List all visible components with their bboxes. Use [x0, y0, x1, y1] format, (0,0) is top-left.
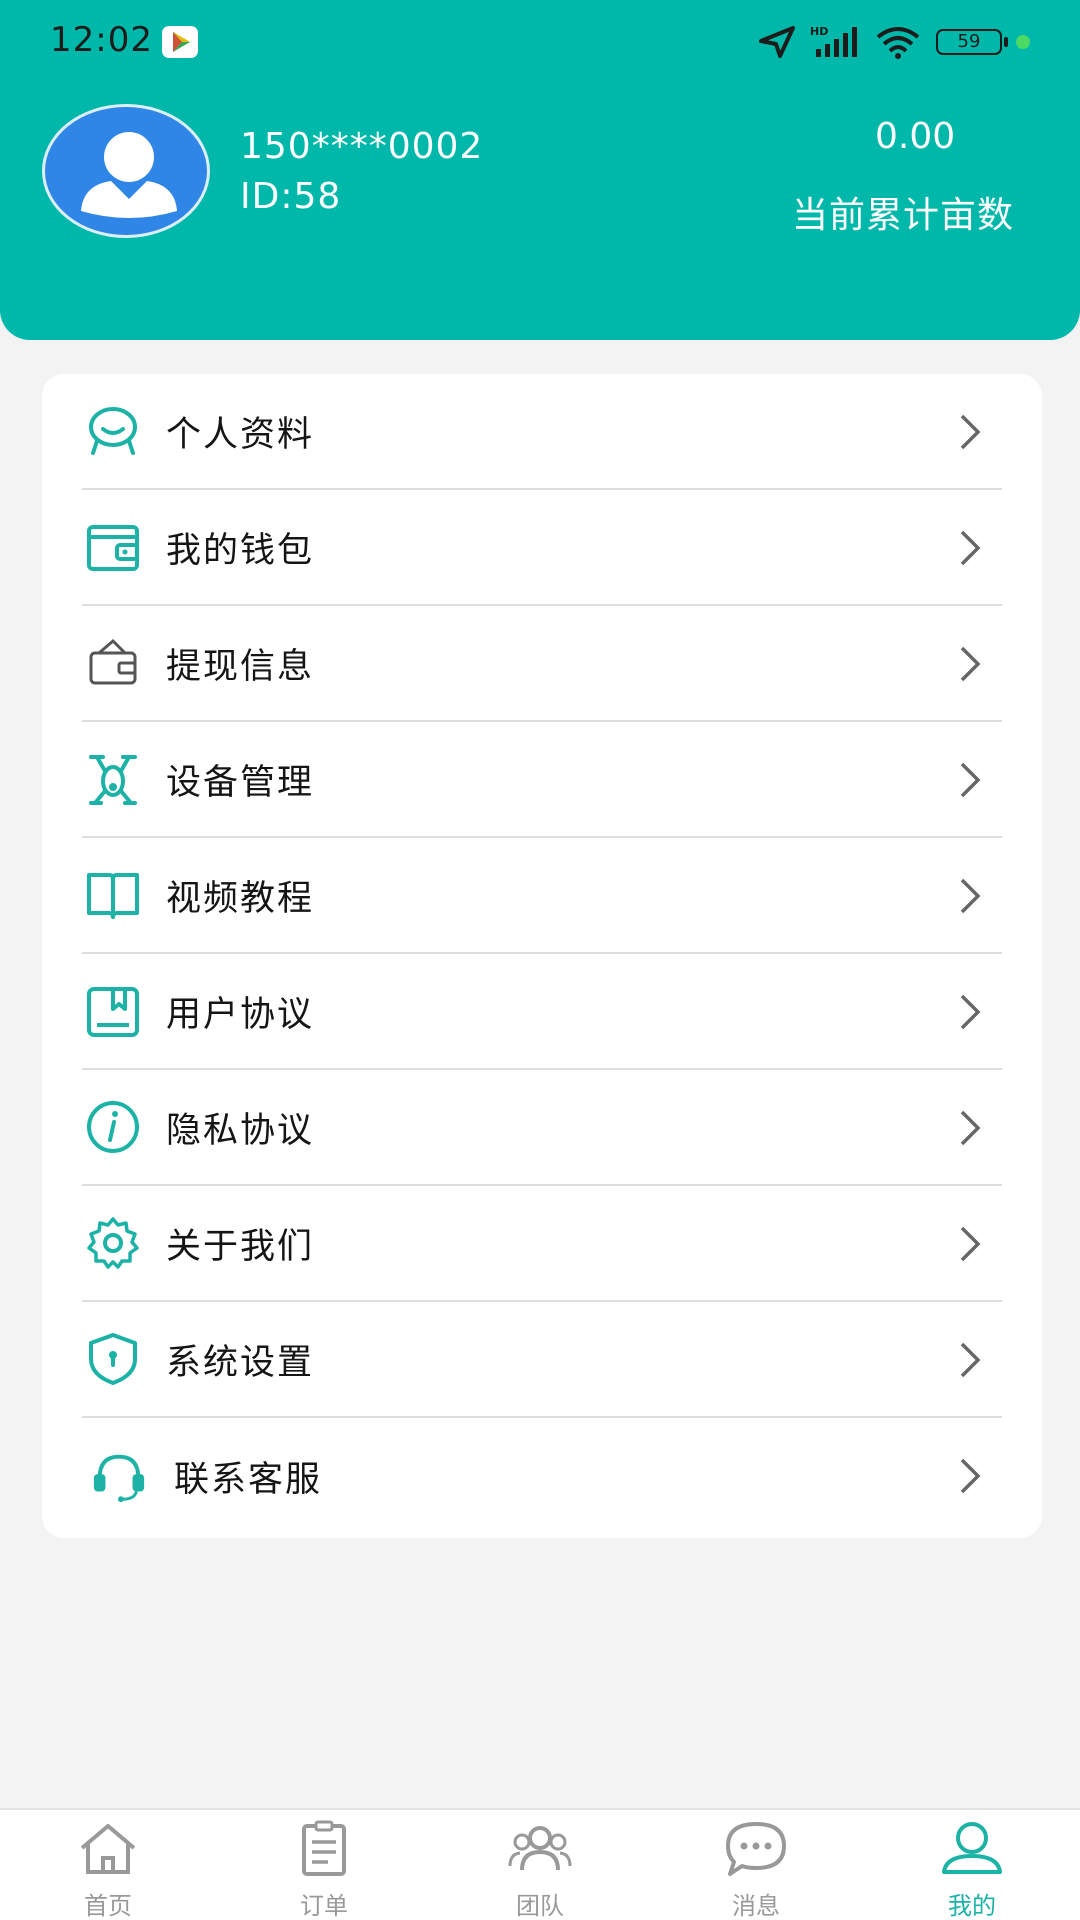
gear-icon: [84, 1214, 142, 1272]
menu-item-label: 关于我们: [166, 1226, 315, 1267]
drone-icon: [84, 750, 142, 808]
menu-item-label: 用户协议: [166, 994, 315, 1035]
tab-mine[interactable]: 我的: [864, 1810, 1080, 1920]
chevron-right-icon: [960, 646, 981, 682]
privacy-dot: [1016, 35, 1030, 49]
status-icons: HD 59: [758, 22, 1030, 62]
menu-item-label: 设备管理: [166, 762, 315, 803]
battery-indicator: 59: [936, 29, 1008, 55]
menu-item-customer-service[interactable]: 联系客服: [82, 1418, 1002, 1534]
menu-item-wallet[interactable]: 我的钱包: [82, 490, 1002, 606]
clipboard-icon: [302, 1820, 346, 1876]
chat-icon: [726, 1822, 786, 1876]
menu-item-settings[interactable]: 系统设置: [82, 1302, 1002, 1418]
tab-orders[interactable]: 订单: [216, 1810, 432, 1920]
menu-item-privacy[interactable]: 隐私协议: [82, 1070, 1002, 1186]
book-icon: [84, 866, 142, 924]
agreement-icon: [84, 982, 142, 1040]
tab-label: 团队: [516, 1892, 564, 1920]
menu-item-tutorial[interactable]: 视频教程: [82, 838, 1002, 954]
menu-item-label: 提现信息: [166, 646, 315, 687]
menu-item-user-agreement[interactable]: 用户协议: [82, 954, 1002, 1070]
chevron-right-icon: [960, 1458, 981, 1494]
svg-text:HD: HD: [810, 25, 828, 38]
chevron-right-icon: [960, 1110, 981, 1146]
chevron-right-icon: [960, 530, 981, 566]
location-arrow-icon: [759, 26, 795, 58]
wifi-icon: [876, 27, 920, 59]
tab-label: 订单: [300, 1892, 348, 1920]
home-icon: [80, 1824, 136, 1874]
chevron-right-icon: [960, 414, 981, 450]
info-icon: [84, 1098, 142, 1156]
user-phone: 150****0002: [240, 126, 484, 167]
shield-icon: [84, 1330, 142, 1388]
play-store-icon: [162, 26, 198, 58]
menu-item-label: 隐私协议: [166, 1110, 315, 1151]
signal-icon: HD: [810, 25, 857, 57]
user-id: ID:58: [240, 176, 342, 217]
wallet-icon: [84, 518, 142, 576]
avatar[interactable]: [42, 104, 210, 238]
cash-wallet-icon: [84, 634, 142, 692]
menu-item-devices[interactable]: 设备管理: [82, 722, 1002, 838]
headset-icon: [90, 1447, 148, 1505]
menu-item-withdraw[interactable]: 提现信息: [82, 606, 1002, 722]
menu-item-label: 系统设置: [166, 1342, 315, 1383]
menu-item-profile[interactable]: 个人资料: [82, 374, 1002, 490]
bottom-tab-bar: 首页 订单 团队 消息 我的: [0, 1808, 1080, 1920]
tab-home[interactable]: 首页: [0, 1810, 216, 1920]
status-time: 12:02: [50, 20, 153, 60]
menu-card: 个人资料 我的钱包 提现信息 设备管理 视频教程 用户协议 隐私协议 关于我们 …: [42, 374, 1042, 1538]
acres-label: 当前累计亩数: [792, 195, 1015, 236]
chevron-right-icon: [960, 878, 981, 914]
chevron-right-icon: [960, 1342, 981, 1378]
user-avatar-icon: [81, 132, 177, 218]
smile-face-icon: [84, 402, 142, 460]
chevron-right-icon: [960, 762, 981, 798]
status-bar: 12:02 HD 59: [0, 0, 1080, 84]
chevron-right-icon: [960, 994, 981, 1030]
menu-item-about[interactable]: 关于我们: [82, 1186, 1002, 1302]
team-icon: [508, 1826, 572, 1871]
menu-item-label: 视频教程: [166, 878, 315, 919]
menu-item-label: 个人资料: [166, 414, 315, 455]
tab-label: 首页: [84, 1892, 132, 1920]
menu-item-label: 我的钱包: [166, 530, 315, 571]
user-icon: [942, 1822, 1002, 1874]
tab-label: 我的: [948, 1892, 996, 1920]
chevron-right-icon: [960, 1226, 981, 1262]
acres-value: 0.00: [875, 116, 956, 157]
tab-team[interactable]: 团队: [432, 1810, 648, 1920]
menu-item-label: 联系客服: [174, 1459, 323, 1500]
tab-messages[interactable]: 消息: [648, 1810, 864, 1920]
tab-label: 消息: [732, 1892, 780, 1920]
